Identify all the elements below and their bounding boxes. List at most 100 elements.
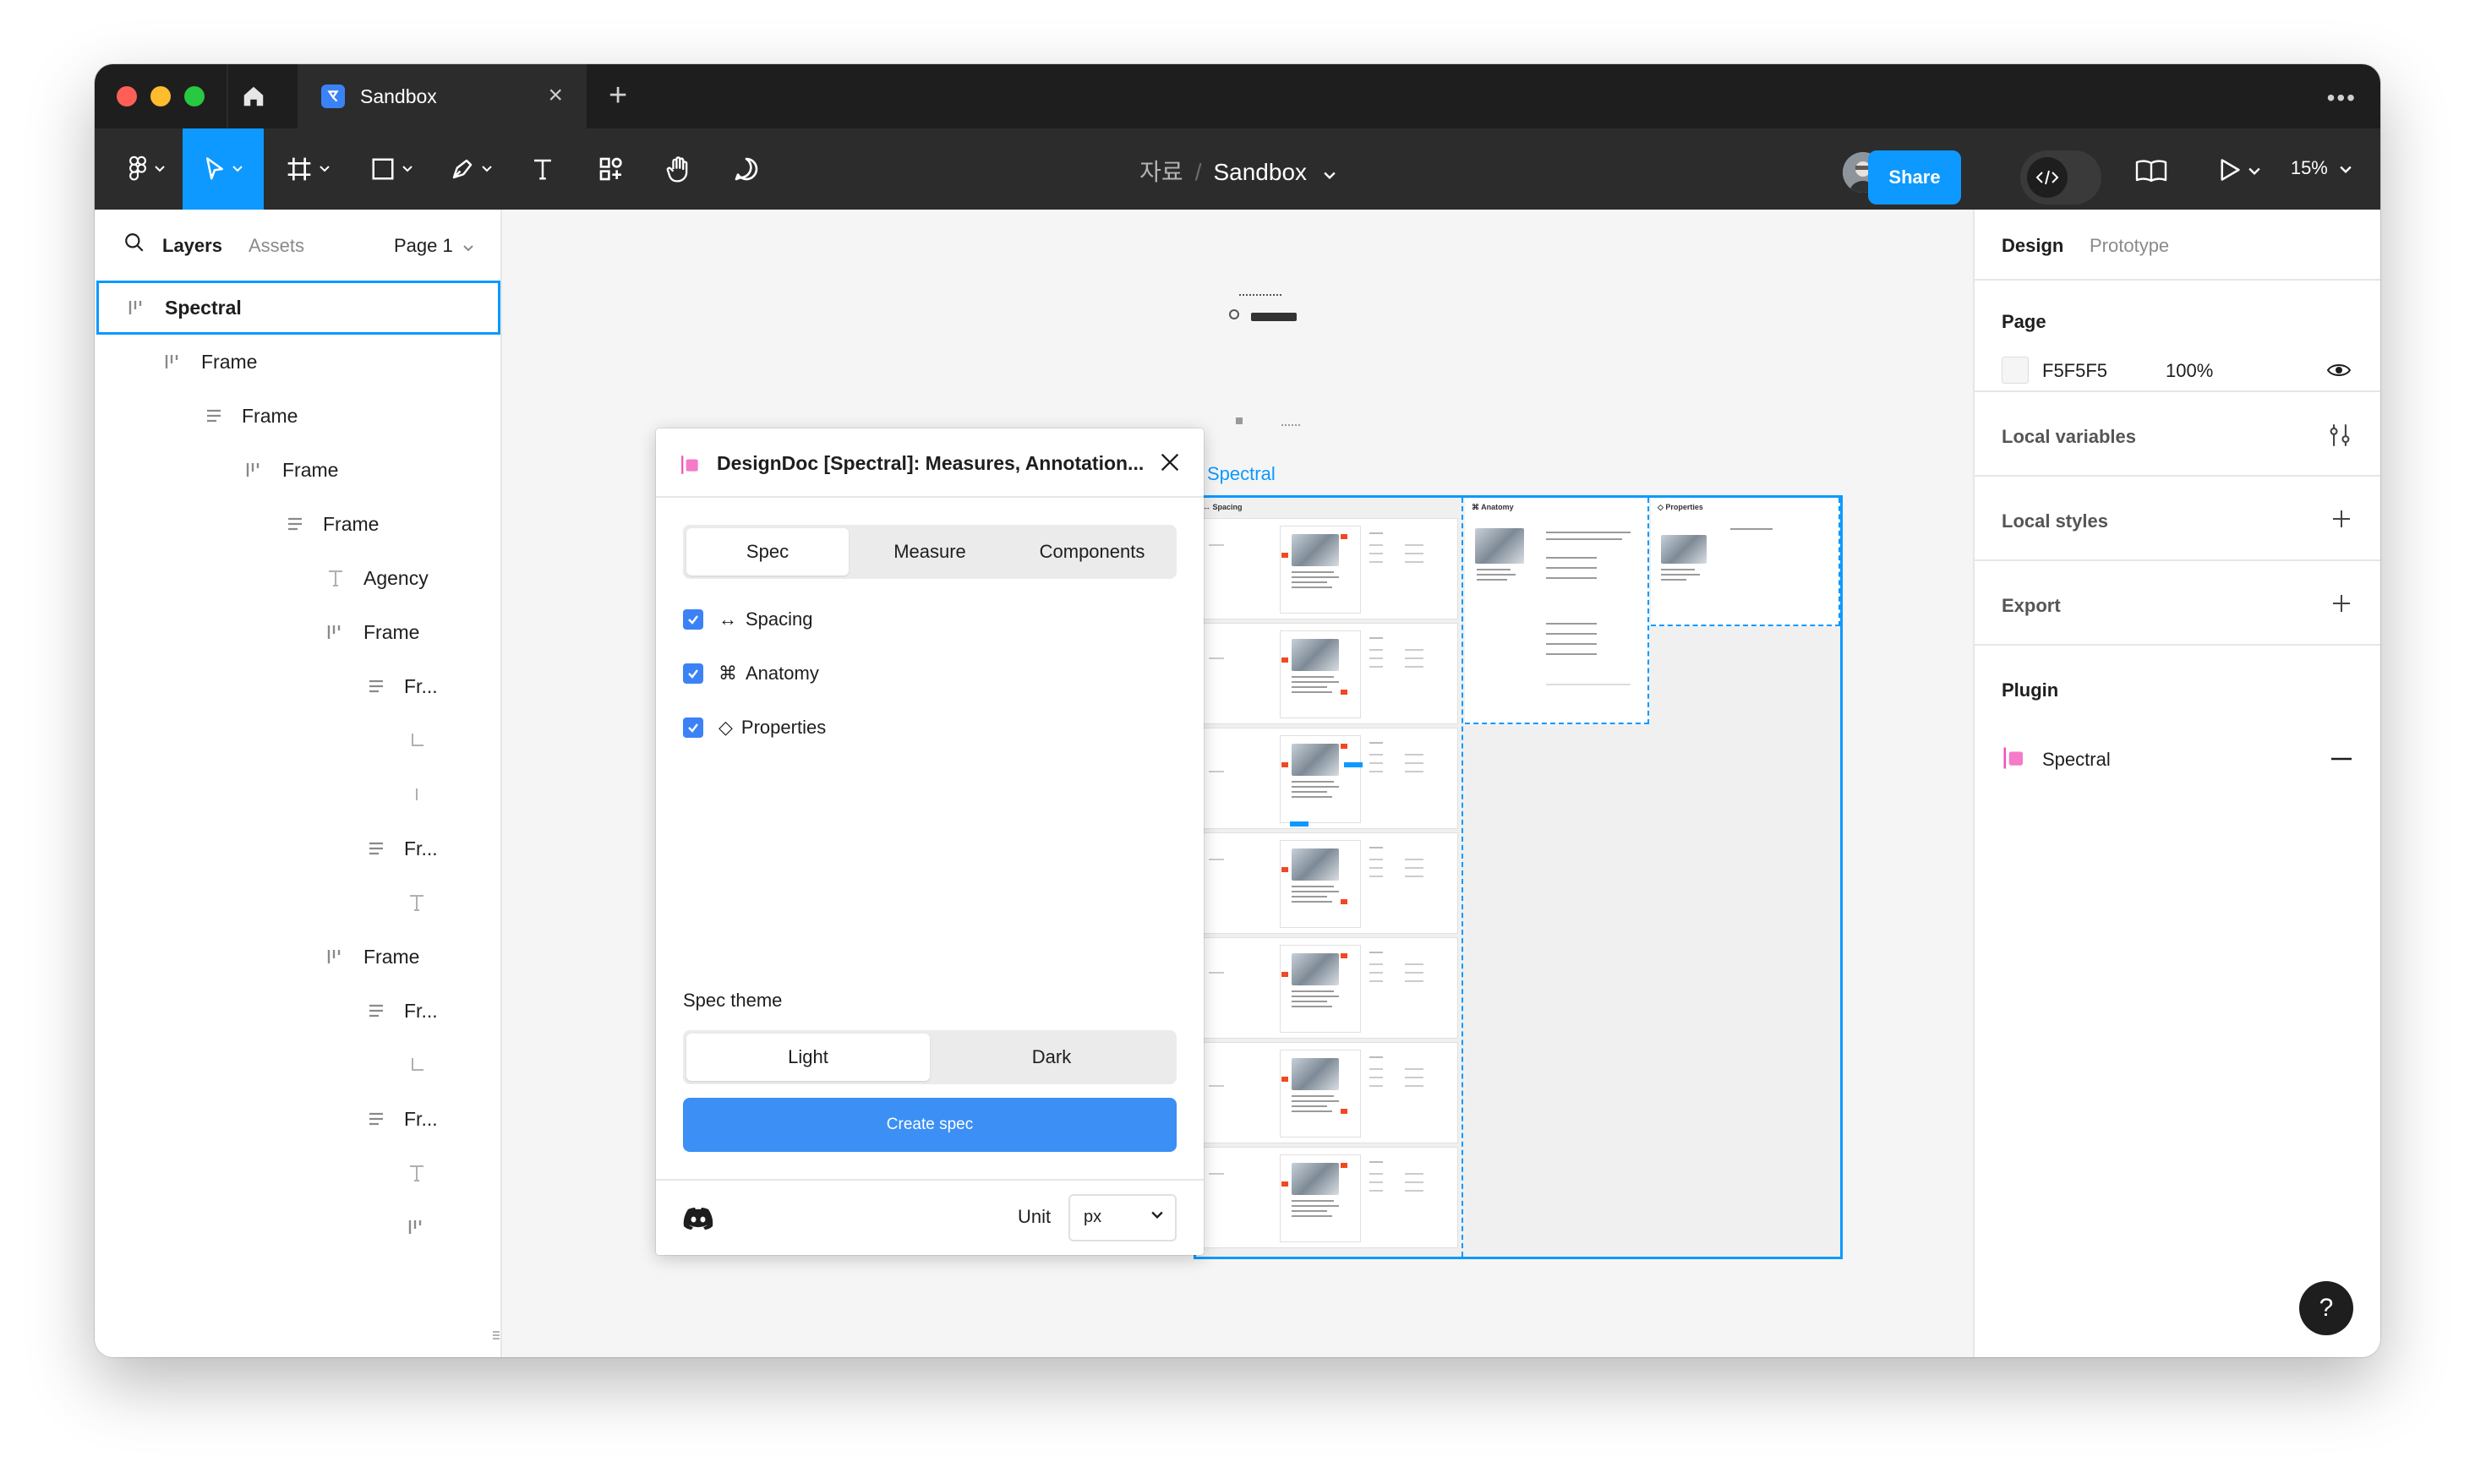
properties-panel: Design Prototype Page F5F5F5 100% Local … — [1973, 210, 2380, 1357]
share-button[interactable]: Share — [1868, 150, 1961, 205]
diamond-icon: ◇ — [718, 717, 733, 738]
spec-line — [1292, 901, 1332, 903]
unit-select[interactable]: px — [1068, 1194, 1177, 1241]
tab-layers[interactable]: Layers — [162, 235, 222, 257]
present-play-icon[interactable] — [2218, 157, 2242, 183]
layer-row[interactable] — [95, 1146, 500, 1200]
canvas-element[interactable] — [1251, 313, 1297, 321]
page-selector[interactable]: Page 1 — [394, 235, 473, 257]
layer-row[interactable]: Fr... — [95, 659, 500, 713]
code-icon — [2027, 157, 2068, 198]
canvas-element[interactable] — [1281, 424, 1300, 429]
plus-icon[interactable] — [2331, 509, 2352, 529]
frame-label[interactable]: Spectral — [1207, 463, 1276, 485]
anatomy-checkbox[interactable] — [683, 663, 703, 684]
search-icon[interactable] — [123, 232, 145, 254]
document-tab[interactable]: Sandbox × — [299, 64, 587, 128]
layer-row[interactable] — [95, 876, 500, 930]
canvas-element[interactable] — [1239, 294, 1281, 296]
variables-settings-icon[interactable] — [2328, 423, 2352, 448]
home-button[interactable] — [237, 79, 270, 113]
layer-row[interactable]: Spectral — [96, 281, 500, 335]
tab-design[interactable]: Design — [2002, 235, 2063, 257]
spec-line — [1405, 762, 1423, 764]
tab-assets[interactable]: Assets — [249, 235, 304, 257]
theme-toggle: Light Dark — [683, 1030, 1177, 1084]
plus-icon[interactable] — [2331, 593, 2352, 614]
layer-row[interactable] — [95, 1038, 500, 1092]
anatomy-line — [1546, 557, 1597, 559]
layer-row[interactable]: Frame — [95, 335, 500, 389]
local-variables-title[interactable]: Local variables — [2002, 426, 2136, 448]
discord-icon[interactable] — [681, 1206, 715, 1231]
layer-row[interactable]: Frame — [95, 605, 500, 659]
chevron-down-icon[interactable] — [1324, 172, 1336, 180]
breadcrumb-separator: / — [1194, 159, 1202, 185]
tab-components[interactable]: Components — [1011, 528, 1173, 576]
theme-dark[interactable]: Dark — [930, 1034, 1173, 1081]
spec-image — [1292, 848, 1339, 881]
plugin-name[interactable]: Spectral — [2042, 749, 2111, 771]
layer-row[interactable]: Frame — [95, 389, 500, 443]
help-button[interactable]: ? — [2299, 1281, 2353, 1335]
minimize-window-button[interactable] — [150, 86, 171, 106]
minus-icon[interactable] — [2331, 757, 2352, 761]
layer-row[interactable] — [95, 713, 500, 767]
close-window-button[interactable] — [117, 86, 137, 106]
eye-icon[interactable] — [2326, 362, 2352, 379]
layer-row[interactable]: Frame — [95, 497, 500, 551]
layer-row[interactable]: Fr... — [95, 821, 500, 876]
page-color-opacity[interactable]: 100% — [2166, 360, 2213, 382]
layer-row[interactable] — [95, 1200, 500, 1254]
layer-row[interactable]: Fr... — [95, 1092, 500, 1146]
theme-light[interactable]: Light — [686, 1034, 930, 1081]
dev-mode-toggle[interactable] — [2020, 150, 2101, 205]
page-color-hex[interactable]: F5F5F5 — [2042, 360, 2107, 382]
anatomy-option[interactable]: ⌘ Anatomy — [683, 657, 819, 690]
spec-marker — [1341, 1163, 1347, 1168]
create-spec-button[interactable]: Create spec — [683, 1098, 1177, 1152]
line-icon — [404, 785, 429, 804]
breadcrumb-folder[interactable]: 자료 — [1139, 159, 1183, 185]
spec-line — [1369, 532, 1383, 534]
spec-line — [1405, 963, 1423, 965]
panel-resize-handle[interactable] — [492, 1325, 500, 1345]
layer-row[interactable]: Frame — [95, 443, 500, 497]
zoom-window-button[interactable] — [184, 86, 205, 106]
local-styles-title[interactable]: Local styles — [2002, 510, 2108, 532]
properties-checkbox[interactable] — [683, 717, 703, 738]
layer-row[interactable]: Agency — [95, 551, 500, 605]
more-options-icon[interactable]: ••• — [2327, 85, 2357, 112]
anatomy-line — [1477, 579, 1507, 581]
spec-line — [1369, 649, 1383, 651]
spec-line — [1405, 649, 1423, 651]
spacing-option[interactable]: ↔ Spacing — [683, 603, 813, 636]
chevron-down-icon[interactable] — [2248, 167, 2260, 176]
tab-spec[interactable]: Spec — [686, 528, 849, 576]
spec-line — [1405, 1085, 1423, 1087]
stack-vertical-icon — [363, 1003, 389, 1018]
close-tab-icon[interactable]: × — [548, 83, 563, 108]
canvas-element[interactable] — [1236, 417, 1243, 424]
layer-row[interactable] — [95, 767, 500, 821]
new-tab-button[interactable]: + — [609, 79, 627, 112]
tab-measure[interactable]: Measure — [849, 528, 1011, 576]
spacing-checkbox[interactable] — [683, 609, 703, 630]
spec-line — [1369, 867, 1383, 869]
properties-option[interactable]: ◇ Properties — [683, 711, 826, 745]
spectral-frame[interactable]: ↔ Spacing ⌘ Anatomy ◇ Properties — [1194, 495, 1843, 1259]
tab-prototype[interactable]: Prototype — [2090, 235, 2169, 257]
spec-line — [1369, 847, 1383, 848]
canvas-element[interactable] — [1229, 309, 1239, 319]
zoom-menu[interactable]: 15% — [2291, 157, 2352, 179]
command-icon: ⌘ — [718, 663, 737, 684]
properties-image — [1661, 535, 1707, 564]
library-icon[interactable] — [2135, 159, 2167, 183]
page-color-swatch[interactable] — [2002, 357, 2029, 384]
layer-row[interactable]: Frame — [95, 930, 500, 984]
spec-line — [1405, 867, 1423, 869]
close-icon[interactable] — [1158, 450, 1182, 474]
file-name[interactable]: Sandbox — [1213, 159, 1307, 185]
layer-row[interactable]: Fr... — [95, 984, 500, 1038]
export-title[interactable]: Export — [2002, 595, 2061, 617]
